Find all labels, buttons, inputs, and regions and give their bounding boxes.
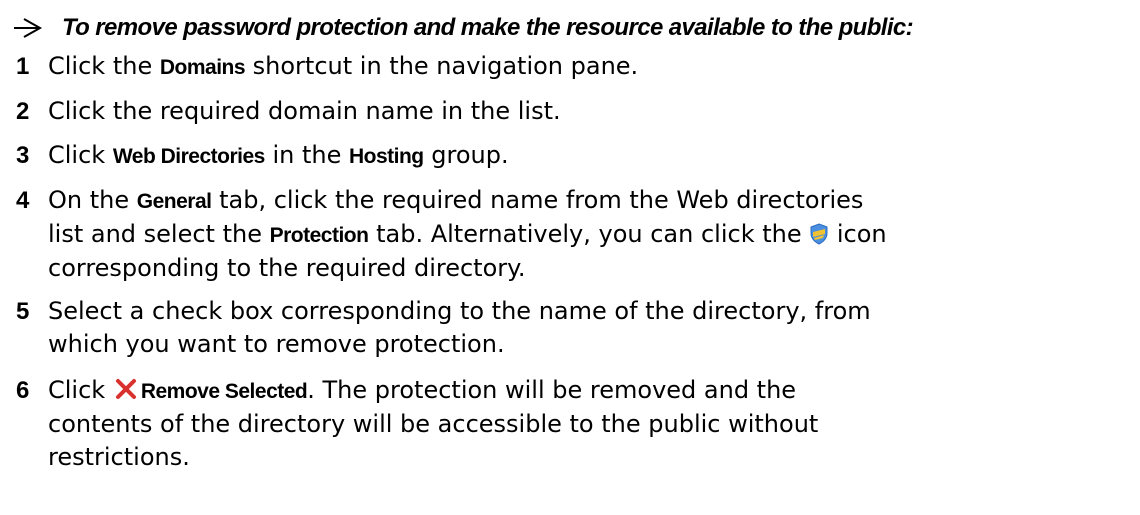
text: which you want to remove protection. [48, 330, 505, 358]
ui-label-hosting: Hosting [348, 145, 424, 168]
procedure-heading: To remove password protection and make t… [14, 10, 914, 46]
step-4: 4 On the General tab, click the required… [16, 184, 1128, 285]
text: shortcut in the navigation pane. [245, 52, 639, 80]
text: tab, click the required name from the We… [211, 186, 864, 214]
text: group. [423, 141, 509, 169]
text: icon [829, 220, 887, 248]
text: tab. Alternatively, you can click the [368, 220, 810, 248]
text: On the [48, 186, 137, 214]
step-3: 3 Click Web Directories in the Hosting g… [16, 139, 1128, 173]
line: list and select the Protection tab. Alte… [48, 218, 1128, 252]
step-text: Click the Domains shortcut in the naviga… [48, 50, 1128, 84]
step-text: Click Remove Selected. The protection wi… [48, 374, 1128, 474]
step-5: 5 Select a check box corresponding to th… [16, 295, 1128, 361]
ui-label-protection: Protection [269, 224, 369, 247]
text: . The protection will be removed and the [307, 376, 797, 404]
heading-text: To remove password protection and make t… [62, 14, 914, 41]
step-2: 2 Click the required domain name in the … [16, 95, 1128, 128]
line: restrictions. [48, 441, 1128, 474]
text: Click [48, 141, 113, 169]
step-number: 1 [16, 53, 30, 80]
text: Click [48, 376, 113, 404]
arrowhead-bullet-icon [14, 17, 44, 39]
step-text: Click Web Directories in the Hosting gro… [48, 139, 1128, 173]
text: Select a check box corresponding to the … [48, 297, 871, 325]
text: list and select the [48, 220, 270, 248]
text: Click the required domain name in the li… [48, 97, 561, 125]
shield-icon [809, 221, 829, 245]
line: Select a check box corresponding to the … [48, 295, 1128, 328]
ui-label-remove-selected: Remove Selected [140, 380, 308, 403]
text: Click the [48, 52, 160, 80]
line: contents of the directory will be access… [48, 408, 1128, 441]
line: Click Remove Selected. The protection wi… [48, 374, 1128, 408]
text: corresponding to the required directory. [48, 254, 526, 282]
step-number: 5 [16, 298, 30, 325]
text: in the [264, 141, 349, 169]
remove-x-icon [115, 376, 137, 399]
step-number: 4 [16, 187, 30, 214]
text: contents of the directory will be access… [48, 410, 819, 438]
step-number: 3 [16, 142, 30, 169]
ui-label-domains: Domains [159, 56, 246, 79]
step-text: Select a check box corresponding to the … [48, 295, 1128, 361]
step-text: Click the required domain name in the li… [48, 95, 1128, 128]
line: corresponding to the required directory. [48, 252, 1128, 285]
line: which you want to remove protection. [48, 328, 1128, 361]
step-1: 1 Click the Domains shortcut in the navi… [16, 50, 1128, 84]
step-number: 2 [16, 98, 30, 125]
text: restrictions. [48, 443, 190, 471]
step-number: 6 [16, 377, 30, 404]
ui-label-general: General [136, 190, 212, 213]
step-6: 6 Click Remove Selected. The protection … [16, 374, 1128, 474]
line: On the General tab, click the required n… [48, 184, 1128, 218]
ui-label-web-directories: Web Directories [112, 145, 266, 168]
step-text: On the General tab, click the required n… [48, 184, 1128, 285]
